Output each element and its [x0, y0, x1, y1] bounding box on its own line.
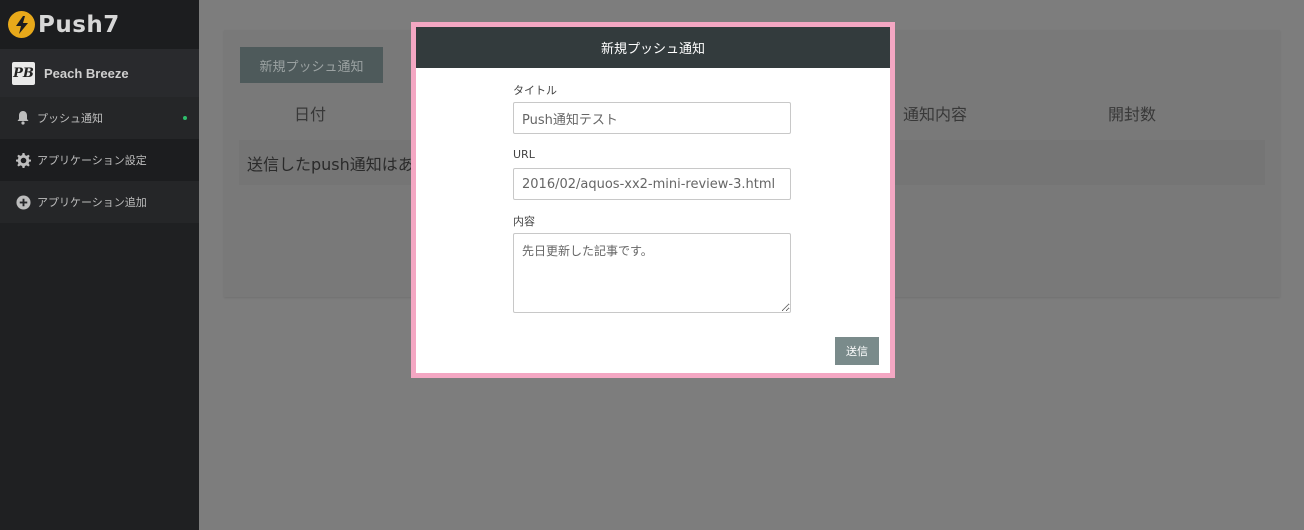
column-header-content: 通知内容 — [903, 105, 968, 124]
url-input[interactable] — [513, 168, 791, 200]
sidebar-item-label: アプリケーション追加 — [37, 196, 147, 209]
empty-state-text: 送信したpush通知はあ — [247, 154, 414, 174]
logo-bar[interactable]: Push7 — [0, 0, 199, 49]
bell-icon — [15, 110, 31, 126]
app-avatar: PB — [12, 61, 35, 85]
gear-icon — [15, 152, 31, 168]
content-field-label: 内容 — [513, 215, 535, 228]
title-input[interactable] — [513, 102, 791, 134]
plus-circle-icon — [15, 194, 31, 210]
new-push-modal: 新規プッシュ通知 タイトル URL 内容 先日更新した記事です。 送信 — [411, 22, 895, 378]
sidebar-item-push-notifications[interactable]: プッシュ通知 — [0, 97, 199, 139]
send-button[interactable]: 送信 — [835, 337, 879, 365]
current-app-selector[interactable]: PB Peach Breeze — [0, 49, 199, 97]
sidebar-item-app-settings[interactable]: アプリケーション設定 — [0, 139, 199, 181]
app-logo-text: Push7 — [38, 11, 120, 38]
modal-title: 新規プッシュ通知 — [416, 27, 890, 68]
url-field-label: URL — [513, 148, 535, 161]
modal-body: 新規プッシュ通知 タイトル URL 内容 先日更新した記事です。 送信 — [416, 27, 890, 373]
column-header-date: 日付 — [294, 105, 327, 124]
sidebar-item-label: プッシュ通知 — [37, 112, 103, 125]
current-app-name: Peach Breeze — [44, 65, 129, 81]
new-push-button[interactable]: 新規プッシュ通知 — [240, 47, 383, 83]
content-textarea[interactable]: 先日更新した記事です。 — [513, 233, 791, 313]
sidebar-item-add-app[interactable]: アプリケーション追加 — [0, 181, 199, 223]
lightning-logo-icon — [8, 11, 35, 38]
status-dot — [183, 116, 187, 120]
sidebar: Push7 PB Peach Breeze プッシュ通知 アプリケーション設定 … — [0, 0, 199, 530]
sidebar-item-label: アプリケーション設定 — [37, 154, 147, 167]
title-field-label: タイトル — [513, 84, 557, 97]
column-header-opens: 開封数 — [1108, 105, 1157, 124]
